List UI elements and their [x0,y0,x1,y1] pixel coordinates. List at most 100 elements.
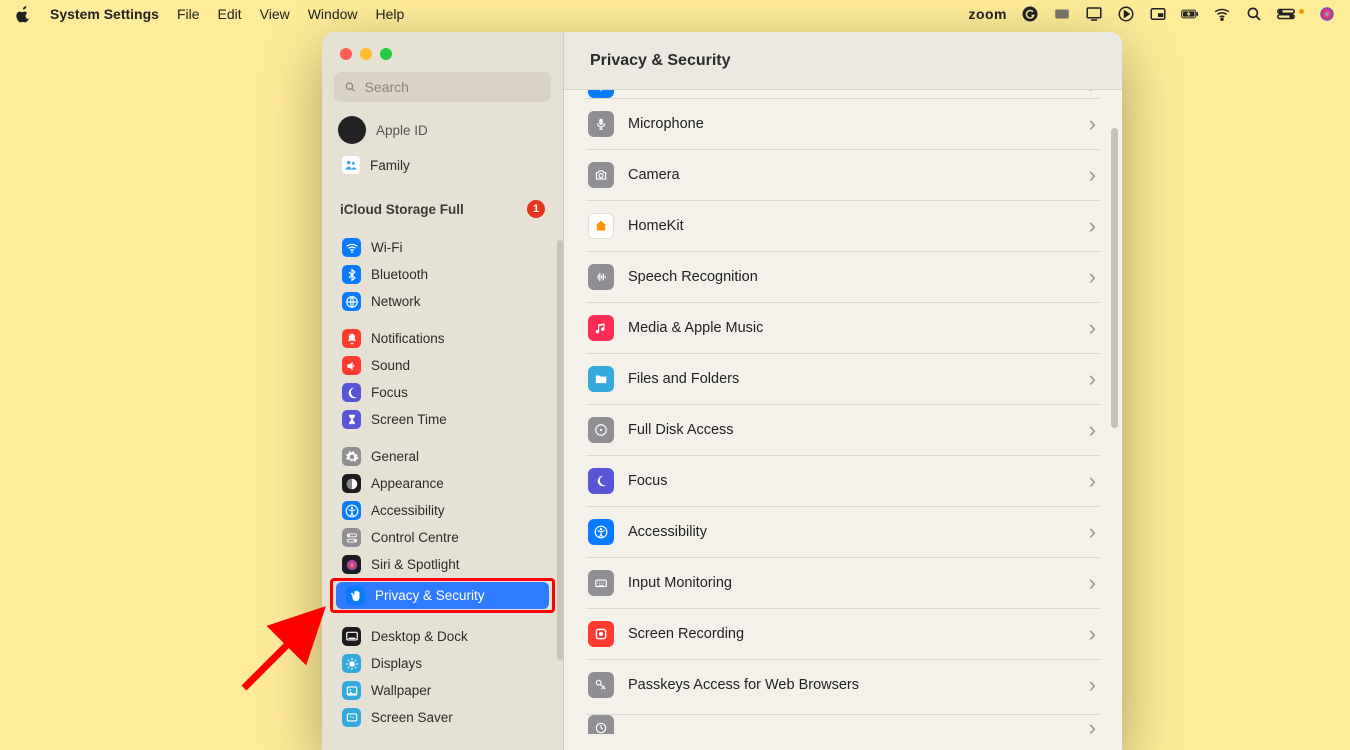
privacy-row-camera[interactable]: Camera› [586,149,1100,200]
sidebar-item-sound[interactable]: Sound [332,352,553,379]
sidebar-item-accessibility[interactable]: Accessibility [332,497,553,524]
minimize-button[interactable] [360,48,372,60]
zoom-button[interactable] [380,48,392,60]
sidebar-scrollbar[interactable] [557,240,563,660]
network-icon [342,292,361,311]
sidebar-item-general[interactable]: General [332,443,553,470]
accessibility-icon [342,501,361,520]
sidebar-item-control-centre[interactable]: Control Centre [332,524,553,551]
sidebar-item-label: Bluetooth [371,267,428,282]
sidebar-item-family[interactable]: Family [330,152,555,184]
sidebar-item-screen-time[interactable]: Screen Time [332,406,553,433]
sidebar-item-apple-id[interactable]: Apple ID [330,112,555,152]
privacy-row-media-apple-music[interactable]: Media & Apple Music› [586,302,1100,353]
music-icon [588,315,614,341]
close-button[interactable] [340,48,352,60]
chevron-right-icon: › [1089,519,1096,545]
grammarly-icon[interactable] [1021,5,1039,23]
chevron-right-icon: › [1089,570,1096,596]
sidebar-item-label: Screen Saver [371,710,453,725]
privacy-row-item[interactable]: › [586,714,1100,734]
system-settings-window: Apple ID Family iCloud Storage Full 1 Wi… [322,32,1122,750]
sidebar-item-wi-fi[interactable]: Wi-Fi [332,234,553,261]
sidebar-item-wallpaper[interactable]: Wallpaper [332,677,553,704]
menubar-widget-icon[interactable] [1053,5,1071,23]
sidebar-item-label: Appearance [371,476,444,491]
waveform-icon [588,264,614,290]
menu-help[interactable]: Help [376,6,405,22]
sidebar-item-label: Family [370,158,410,173]
bell-icon [342,329,361,348]
wallpaper-icon [342,681,361,700]
siri-icon[interactable] [1318,5,1336,23]
dock-icon [342,627,361,646]
sidebar-item-label: Focus [371,385,408,400]
privacy-row-files-and-folders[interactable]: Files and Folders› [586,353,1100,404]
row-label: Microphone [628,116,1075,132]
menu-window[interactable]: Window [308,6,358,22]
sidebar-item-label: Sound [371,358,410,373]
sidebar-item-privacy-security[interactable]: Privacy & Security [336,582,549,609]
menubar-app-name[interactable]: System Settings [50,6,159,22]
row-label: Camera [628,167,1075,183]
menubar-zoom[interactable]: zoom [968,6,1007,22]
moon-icon [342,383,361,402]
sidebar-item-screen-saver[interactable]: Screen Saver [332,704,553,731]
display-icon[interactable] [1085,5,1103,23]
sidebar-item-label: Screen Time [371,412,447,427]
privacy-list[interactable]: Bluetooth›Microphone›Camera›HomeKit›Spee… [564,90,1122,750]
sidebar-item-label: Wi-Fi [371,240,402,255]
privacy-row-focus[interactable]: Focus› [586,455,1100,506]
menubar: System Settings File Edit View Window He… [0,0,1350,28]
search-input[interactable] [365,79,541,95]
sidebar: Apple ID Family iCloud Storage Full 1 Wi… [322,32,564,750]
play-icon[interactable] [1117,5,1135,23]
automation-icon [588,715,614,734]
privacy-row-homekit[interactable]: HomeKit› [586,200,1100,251]
wifi-icon [342,238,361,257]
privacy-row-full-disk-access[interactable]: Full Disk Access› [586,404,1100,455]
sidebar-item-desktop-dock[interactable]: Desktop & Dock [332,623,553,650]
sidebar-item-network[interactable]: Network [332,288,553,315]
sidebar-item-bluetooth[interactable]: Bluetooth [332,261,553,288]
battery-icon[interactable] [1181,5,1199,23]
privacy-row-screen-recording[interactable]: Screen Recording › [586,608,1100,659]
menu-edit[interactable]: Edit [218,6,242,22]
privacy-row-bluetooth[interactable]: Bluetooth› [586,90,1100,98]
avatar [338,116,366,144]
sidebar-item-siri-spotlight[interactable]: Siri & Spotlight [332,551,553,578]
chevron-right-icon: › [1089,90,1096,98]
chevron-right-icon: › [1089,715,1096,734]
row-label: Files and Folders [628,371,1075,387]
sidebar-item-label: Displays [371,656,422,671]
privacy-row-passkeys-access-for-web-browsers[interactable]: Passkeys Access for Web Browsers› [586,659,1100,710]
hourglass-icon [342,410,361,429]
row-label: Screen Recording [628,626,1075,642]
folder-icon [588,366,614,392]
content-titlebar: Privacy & Security [564,32,1122,90]
sidebar-item-focus[interactable]: Focus [332,379,553,406]
displays-icon [342,654,361,673]
privacy-row-input-monitoring[interactable]: Input Monitoring› [586,557,1100,608]
search-field[interactable] [334,72,551,102]
row-label: Full Disk Access [628,422,1075,438]
chevron-right-icon: › [1089,621,1096,647]
privacy-row-speech-recognition[interactable]: Speech Recognition› [586,251,1100,302]
menu-file[interactable]: File [177,6,200,22]
wifi-icon[interactable] [1213,5,1231,23]
content-scrollbar[interactable] [1111,128,1118,428]
control-center-icon[interactable] [1277,5,1295,23]
chevron-right-icon: › [1089,111,1096,137]
sidebar-list[interactable]: Apple ID Family iCloud Storage Full 1 Wi… [322,112,563,750]
menu-view[interactable]: View [260,6,290,22]
sidebar-item-icloud-storage[interactable]: iCloud Storage Full 1 [330,194,555,224]
privacy-row-microphone[interactable]: Microphone › [586,98,1100,149]
privacy-row-accessibility[interactable]: Accessibility› [586,506,1100,557]
apple-menu-icon[interactable] [14,5,32,23]
spotlight-icon[interactable] [1245,5,1263,23]
sidebar-item-appearance[interactable]: Appearance [332,470,553,497]
sidebar-item-displays[interactable]: Displays [332,650,553,677]
menubar-pip-icon[interactable] [1149,5,1167,23]
sidebar-item-notifications[interactable]: Notifications [332,325,553,352]
passkey-icon [588,672,614,698]
